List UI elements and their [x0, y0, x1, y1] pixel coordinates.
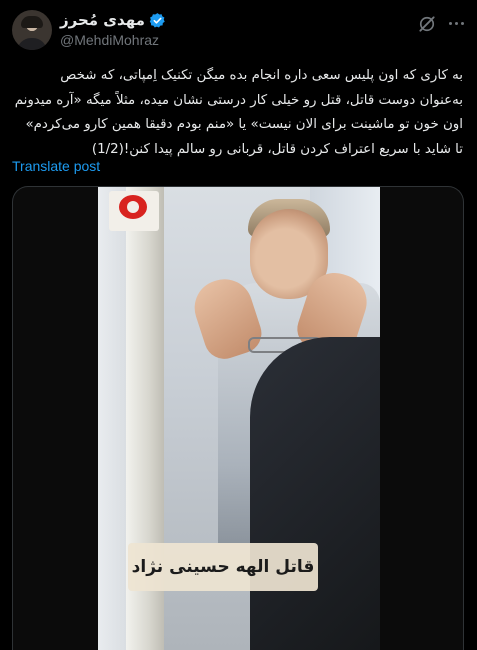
more-options-icon[interactable] — [445, 12, 467, 34]
author-name-row: مهدی مُحرز — [60, 11, 166, 29]
avatar-hair — [21, 16, 43, 28]
translate-post-link[interactable]: Translate post — [12, 158, 100, 174]
channel-logo — [109, 191, 159, 231]
post-card: مهدی مُحرز @MehdiMohraz به کاری که اون پ… — [0, 0, 477, 650]
logo-mark — [119, 195, 147, 219]
video-media[interactable]: قاتل الهه حسینی نژاد — [12, 186, 464, 650]
video-caption: قاتل الهه حسینی نژاد — [128, 543, 318, 591]
video-frame[interactable]: قاتل الهه حسینی نژاد — [98, 187, 380, 650]
verified-badge-icon — [149, 12, 165, 28]
author-handle[interactable]: @MehdiMohraz — [60, 32, 159, 48]
avatar-shirt — [17, 38, 47, 50]
avatar[interactable] — [12, 10, 52, 50]
display-name[interactable]: مهدی مُحرز — [60, 11, 145, 29]
grok-icon[interactable] — [417, 14, 437, 34]
officer-shoulder — [250, 337, 380, 650]
post-text: به کاری که اون پلیس سعی داره انجام بده م… — [14, 68, 463, 157]
